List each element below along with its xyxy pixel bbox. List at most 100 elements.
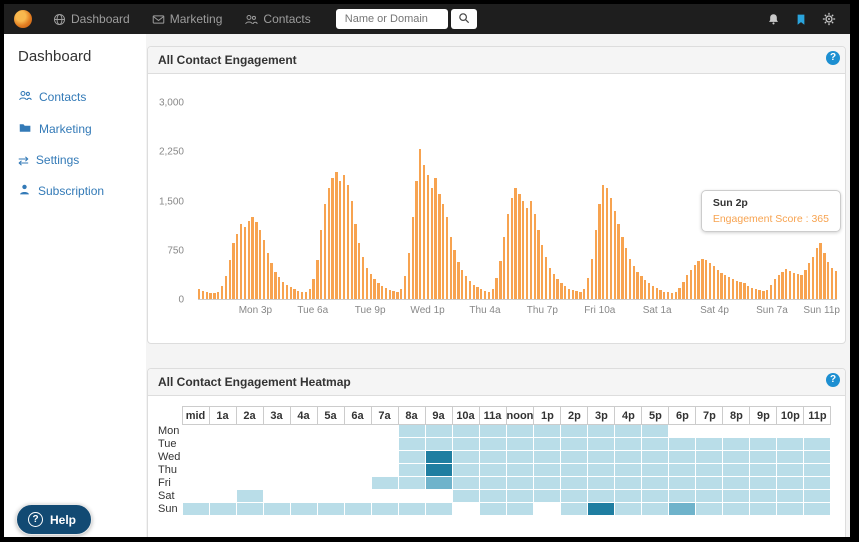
engagement-bar[interactable] [793, 273, 795, 299]
heatmap-cell[interactable] [588, 438, 615, 451]
heatmap-cell[interactable] [425, 438, 452, 451]
engagement-bar[interactable] [591, 259, 593, 300]
engagement-bar[interactable] [781, 272, 783, 299]
heatmap-cell[interactable] [588, 451, 615, 464]
engagement-bar[interactable] [503, 237, 505, 299]
engagement-bar[interactable] [732, 279, 734, 299]
engagement-bar[interactable] [206, 292, 208, 299]
engagement-bar[interactable] [373, 279, 375, 299]
heatmap-cell[interactable] [588, 490, 615, 503]
heatmap-cell[interactable] [452, 490, 479, 503]
heatmap-cell[interactable] [290, 503, 317, 516]
heatmap-cell[interactable] [209, 451, 236, 464]
heatmap-cell[interactable] [263, 490, 290, 503]
heatmap-cell[interactable] [615, 490, 642, 503]
heatmap-cell[interactable] [182, 503, 209, 516]
engagement-bar[interactable] [762, 291, 764, 299]
engagement-bar[interactable] [556, 279, 558, 299]
engagement-bar[interactable] [290, 287, 292, 299]
sidebar-item-subscription[interactable]: Subscription [18, 183, 136, 199]
heatmap-cell[interactable] [236, 425, 263, 438]
heatmap-cell[interactable] [642, 464, 669, 477]
heatmap-cell[interactable] [723, 425, 750, 438]
engagement-bar[interactable] [293, 289, 295, 299]
heatmap-cell[interactable] [344, 477, 371, 490]
heatmap-cell[interactable] [182, 451, 209, 464]
engagement-bar[interactable] [785, 269, 787, 299]
engagement-bar[interactable] [412, 217, 414, 299]
heatmap-cell[interactable] [506, 464, 534, 477]
heatmap-cell[interactable] [804, 490, 831, 503]
heatmap-cell[interactable] [182, 490, 209, 503]
heatmap-cell[interactable] [425, 464, 452, 477]
heatmap-cell[interactable] [506, 503, 534, 516]
heatmap-cell[interactable] [534, 451, 561, 464]
engagement-bar[interactable] [640, 276, 642, 299]
heatmap-cell[interactable] [696, 464, 723, 477]
engagement-bar[interactable] [217, 292, 219, 299]
engagement-bar[interactable] [606, 188, 608, 299]
engagement-bar[interactable] [480, 289, 482, 299]
heatmap-cell[interactable] [479, 438, 506, 451]
engagement-bar[interactable] [267, 253, 269, 299]
heatmap-cell[interactable] [398, 477, 425, 490]
engagement-bar[interactable] [579, 292, 581, 299]
engagement-bar[interactable] [545, 257, 547, 299]
engagement-bar[interactable] [453, 250, 455, 299]
search-input[interactable] [336, 9, 448, 29]
heatmap-cell[interactable] [263, 477, 290, 490]
engagement-bar[interactable] [232, 243, 234, 299]
heatmap-cell[interactable] [506, 425, 534, 438]
heatmap-cell[interactable] [804, 464, 831, 477]
engagement-bar[interactable] [499, 261, 501, 299]
engagement-bar[interactable] [575, 291, 577, 299]
help-question-icon[interactable]: ? [826, 51, 840, 65]
heatmap-cell[interactable] [669, 451, 696, 464]
engagement-bar[interactable] [270, 263, 272, 299]
engagement-bar[interactable] [438, 194, 440, 299]
brand-logo-icon[interactable] [14, 10, 32, 28]
engagement-bar[interactable] [835, 271, 837, 299]
heatmap-cell[interactable] [209, 477, 236, 490]
heatmap-cell[interactable] [344, 464, 371, 477]
heatmap-cell[interactable] [236, 503, 263, 516]
engagement-bar[interactable] [351, 201, 353, 299]
heatmap-cell[interactable] [236, 438, 263, 451]
engagement-bar[interactable] [209, 293, 211, 299]
engagement-bar[interactable] [396, 292, 398, 299]
engagement-bar[interactable] [427, 175, 429, 299]
heatmap-cell[interactable] [452, 503, 479, 516]
heatmap-cell[interactable] [398, 438, 425, 451]
heatmap-cell[interactable] [371, 490, 398, 503]
heatmap-cell[interactable] [723, 490, 750, 503]
heatmap-cell[interactable] [479, 464, 506, 477]
heatmap-cell[interactable] [588, 464, 615, 477]
engagement-bar[interactable] [758, 290, 760, 299]
heatmap-cell[interactable] [263, 425, 290, 438]
heatmap-cell[interactable] [723, 451, 750, 464]
engagement-bar[interactable] [823, 253, 825, 299]
engagement-bar[interactable] [812, 257, 814, 299]
heatmap-cell[interactable] [263, 464, 290, 477]
heatmap-cell[interactable] [561, 464, 588, 477]
engagement-bar[interactable] [320, 230, 322, 299]
heatmap-cell[interactable] [723, 503, 750, 516]
engagement-bar[interactable] [671, 293, 673, 299]
engagement-bar[interactable] [263, 240, 265, 299]
engagement-bar[interactable] [297, 291, 299, 299]
engagement-bar[interactable] [755, 289, 757, 299]
heatmap-cell[interactable] [642, 425, 669, 438]
engagement-bar[interactable] [625, 248, 627, 299]
heatmap-cell[interactable] [425, 477, 452, 490]
heatmap-cell[interactable] [615, 464, 642, 477]
heatmap-cell[interactable] [669, 503, 696, 516]
heatmap-cell[interactable] [534, 464, 561, 477]
engagement-bar[interactable] [236, 234, 238, 299]
heatmap-cell[interactable] [750, 451, 777, 464]
heatmap-cell[interactable] [398, 425, 425, 438]
heatmap-cell[interactable] [804, 425, 831, 438]
engagement-bar[interactable] [564, 286, 566, 299]
heatmap-cell[interactable] [696, 490, 723, 503]
engagement-bar[interactable] [324, 204, 326, 299]
heatmap-cell[interactable] [317, 451, 344, 464]
